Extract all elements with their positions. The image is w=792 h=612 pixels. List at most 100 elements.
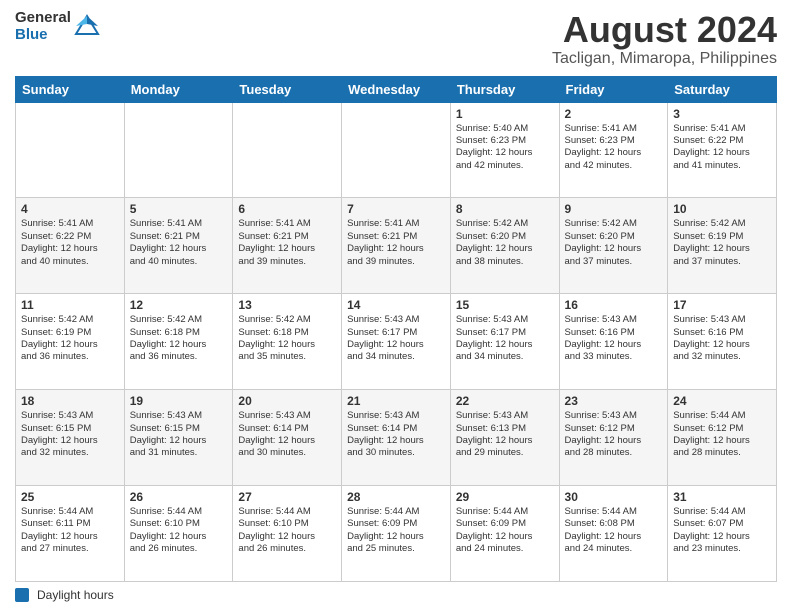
calendar-cell: 25Sunrise: 5:44 AMSunset: 6:11 PMDayligh… — [16, 486, 125, 582]
footer: Daylight hours — [15, 588, 777, 602]
cell-text-line: Sunrise: 5:41 AM — [673, 123, 771, 135]
calendar-cell: 16Sunrise: 5:43 AMSunset: 6:16 PMDayligh… — [559, 294, 668, 390]
week-row-1: 1Sunrise: 5:40 AMSunset: 6:23 PMDaylight… — [16, 102, 777, 198]
day-header-wednesday: Wednesday — [342, 76, 451, 102]
cell-text-line: Sunset: 6:07 PM — [673, 518, 771, 530]
day-header-thursday: Thursday — [450, 76, 559, 102]
calendar-cell: 27Sunrise: 5:44 AMSunset: 6:10 PMDayligh… — [233, 486, 342, 582]
cell-text-line: Sunset: 6:18 PM — [238, 327, 336, 339]
cell-text-line: and 31 minutes. — [130, 447, 228, 459]
cell-text-line: Sunrise: 5:41 AM — [238, 218, 336, 230]
calendar-cell: 4Sunrise: 5:41 AMSunset: 6:22 PMDaylight… — [16, 198, 125, 294]
cell-text-line: Sunset: 6:20 PM — [456, 231, 554, 243]
cell-text-line: Sunrise: 5:43 AM — [130, 410, 228, 422]
day-header-sunday: Sunday — [16, 76, 125, 102]
cell-text-line: Sunrise: 5:42 AM — [673, 218, 771, 230]
calendar-cell: 17Sunrise: 5:43 AMSunset: 6:16 PMDayligh… — [668, 294, 777, 390]
cell-text-line: Daylight: 12 hours — [21, 339, 119, 351]
cell-text-line: Daylight: 12 hours — [456, 339, 554, 351]
header-row: SundayMondayTuesdayWednesdayThursdayFrid… — [16, 76, 777, 102]
day-number: 19 — [130, 394, 228, 408]
cell-text-line: Sunset: 6:20 PM — [565, 231, 663, 243]
cell-text-line: Sunrise: 5:43 AM — [347, 314, 445, 326]
cell-text-line: Sunrise: 5:41 AM — [565, 123, 663, 135]
cell-text-line: Daylight: 12 hours — [238, 243, 336, 255]
calendar-cell: 12Sunrise: 5:42 AMSunset: 6:18 PMDayligh… — [124, 294, 233, 390]
cell-text-line: Sunset: 6:14 PM — [347, 423, 445, 435]
cell-text-line: Daylight: 12 hours — [130, 531, 228, 543]
cell-text-line: Daylight: 12 hours — [130, 243, 228, 255]
calendar-cell: 10Sunrise: 5:42 AMSunset: 6:19 PMDayligh… — [668, 198, 777, 294]
cell-text-line: Daylight: 12 hours — [456, 435, 554, 447]
cell-text-line: Daylight: 12 hours — [673, 531, 771, 543]
cell-text-line: Sunrise: 5:42 AM — [565, 218, 663, 230]
cell-text-line: and 39 minutes. — [238, 256, 336, 268]
cell-text-line: and 33 minutes. — [565, 351, 663, 363]
logo-blue-text: Blue — [15, 27, 71, 44]
calendar-cell: 3Sunrise: 5:41 AMSunset: 6:22 PMDaylight… — [668, 102, 777, 198]
day-header-friday: Friday — [559, 76, 668, 102]
cell-text-line: Daylight: 12 hours — [565, 147, 663, 159]
calendar-cell: 9Sunrise: 5:42 AMSunset: 6:20 PMDaylight… — [559, 198, 668, 294]
cell-text-line: Sunset: 6:12 PM — [673, 423, 771, 435]
calendar-cell: 13Sunrise: 5:42 AMSunset: 6:18 PMDayligh… — [233, 294, 342, 390]
cell-text-line: Sunset: 6:22 PM — [673, 135, 771, 147]
day-header-monday: Monday — [124, 76, 233, 102]
calendar-cell: 2Sunrise: 5:41 AMSunset: 6:23 PMDaylight… — [559, 102, 668, 198]
calendar-cell: 21Sunrise: 5:43 AMSunset: 6:14 PMDayligh… — [342, 390, 451, 486]
week-row-4: 18Sunrise: 5:43 AMSunset: 6:15 PMDayligh… — [16, 390, 777, 486]
cell-text-line: Sunset: 6:19 PM — [673, 231, 771, 243]
logo-triangle-icon — [74, 14, 100, 40]
cell-text-line: Sunrise: 5:44 AM — [21, 506, 119, 518]
cell-text-line: Sunset: 6:16 PM — [673, 327, 771, 339]
cell-text-line: Sunset: 6:08 PM — [565, 518, 663, 530]
cell-text-line: Sunset: 6:22 PM — [21, 231, 119, 243]
day-number: 26 — [130, 490, 228, 504]
cell-text-line: Sunrise: 5:41 AM — [21, 218, 119, 230]
day-number: 21 — [347, 394, 445, 408]
day-number: 29 — [456, 490, 554, 504]
cell-text-line: Daylight: 12 hours — [456, 531, 554, 543]
cell-text-line: Sunset: 6:23 PM — [565, 135, 663, 147]
cell-text-line: Sunset: 6:23 PM — [456, 135, 554, 147]
cell-text-line: Daylight: 12 hours — [347, 243, 445, 255]
cell-text-line: Sunrise: 5:42 AM — [456, 218, 554, 230]
cell-text-line: and 37 minutes. — [673, 256, 771, 268]
cell-text-line: Daylight: 12 hours — [21, 435, 119, 447]
day-number: 16 — [565, 298, 663, 312]
day-number: 7 — [347, 202, 445, 216]
cell-text-line: Sunrise: 5:42 AM — [130, 314, 228, 326]
cell-text-line: and 32 minutes. — [673, 351, 771, 363]
daylight-label: Daylight hours — [37, 588, 114, 602]
cell-text-line: and 26 minutes. — [238, 543, 336, 555]
cell-text-line: and 34 minutes. — [347, 351, 445, 363]
logo-text-group: General Blue — [15, 10, 71, 43]
cell-text-line: Daylight: 12 hours — [21, 531, 119, 543]
cell-text-line: Sunset: 6:17 PM — [347, 327, 445, 339]
day-number: 25 — [21, 490, 119, 504]
calendar-cell: 31Sunrise: 5:44 AMSunset: 6:07 PMDayligh… — [668, 486, 777, 582]
header: General Blue August 2024 Tacligan, Mimar… — [15, 10, 777, 68]
day-number: 17 — [673, 298, 771, 312]
calendar-cell — [124, 102, 233, 198]
cell-text-line: Sunrise: 5:43 AM — [673, 314, 771, 326]
cell-text-line: and 28 minutes. — [565, 447, 663, 459]
cell-text-line: and 34 minutes. — [456, 351, 554, 363]
day-number: 3 — [673, 107, 771, 121]
day-number: 12 — [130, 298, 228, 312]
calendar-cell: 20Sunrise: 5:43 AMSunset: 6:14 PMDayligh… — [233, 390, 342, 486]
cell-text-line: Sunset: 6:09 PM — [456, 518, 554, 530]
cell-text-line: Sunset: 6:16 PM — [565, 327, 663, 339]
cell-text-line: and 36 minutes. — [21, 351, 119, 363]
cell-text-line: Daylight: 12 hours — [130, 435, 228, 447]
logo-container: General Blue — [15, 10, 100, 43]
cell-text-line: Daylight: 12 hours — [673, 243, 771, 255]
calendar-cell — [16, 102, 125, 198]
cell-text-line: Sunrise: 5:42 AM — [21, 314, 119, 326]
cell-text-line: Sunset: 6:10 PM — [130, 518, 228, 530]
calendar-cell — [233, 102, 342, 198]
cell-text-line: and 38 minutes. — [456, 256, 554, 268]
cell-text-line: Sunset: 6:21 PM — [347, 231, 445, 243]
cell-text-line: Sunset: 6:17 PM — [456, 327, 554, 339]
cell-text-line: Daylight: 12 hours — [565, 243, 663, 255]
